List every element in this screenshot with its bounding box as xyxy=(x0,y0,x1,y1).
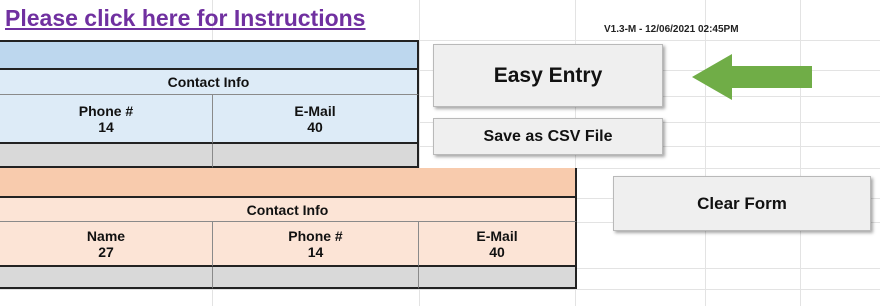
table-top-col-email: E-Mail 40 xyxy=(213,95,419,144)
table-bottom-band xyxy=(0,168,577,198)
version-label: V1.3-M - 12/06/2021 02:45PM xyxy=(604,24,739,35)
table-top-band xyxy=(0,40,419,70)
table-top-col-phone: Phone # 14 xyxy=(0,95,213,144)
table-top-section-title: Contact Info xyxy=(0,70,419,95)
table-bottom-input-email[interactable] xyxy=(419,267,577,289)
column-header: E-Mail xyxy=(294,102,336,119)
table-bottom-section-title: Contact Info xyxy=(0,198,577,222)
save-csv-button[interactable]: Save as CSV File xyxy=(433,118,663,155)
table-bottom-input-name[interactable] xyxy=(0,267,213,289)
left-arrow-icon xyxy=(692,54,812,100)
clear-form-button[interactable]: Clear Form xyxy=(613,176,871,231)
column-max-length: 27 xyxy=(98,243,114,260)
easy-entry-button[interactable]: Easy Entry xyxy=(433,44,663,107)
column-header: E-Mail xyxy=(476,227,518,244)
column-max-length: 14 xyxy=(307,243,324,260)
column-max-length: 40 xyxy=(489,243,505,260)
column-header: Phone # xyxy=(288,227,343,244)
contact-table-top: Contact Info Phone # 14 E-Mail 40 xyxy=(0,40,419,168)
instructions-link[interactable]: Please click here for Instructions xyxy=(5,5,365,32)
table-top-input-email[interactable] xyxy=(213,144,419,168)
column-max-length: 40 xyxy=(307,118,323,135)
contact-table-bottom: Contact Info Name 27 Phone # 14 E-Mail 4… xyxy=(0,168,577,289)
column-max-length: 14 xyxy=(98,118,114,135)
table-top-input-phone[interactable] xyxy=(0,144,213,168)
column-header: Name xyxy=(86,227,126,244)
table-bottom-input-phone[interactable] xyxy=(213,267,419,289)
column-header: Phone # xyxy=(78,102,134,119)
table-bottom-col-email: E-Mail 40 xyxy=(419,222,577,267)
table-bottom-col-name: Name 27 xyxy=(0,222,213,267)
table-bottom-col-phone: Phone # 14 xyxy=(213,222,419,267)
